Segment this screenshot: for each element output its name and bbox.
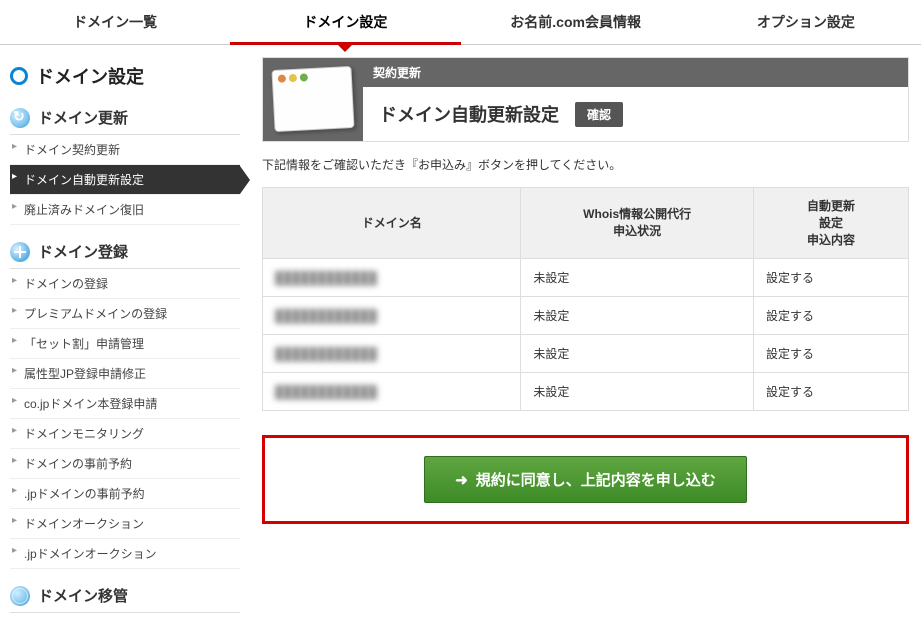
sidebar-item-restore[interactable]: 廃止済みドメイン復旧 (10, 195, 240, 225)
submit-highlight-box: ➜規約に同意し、上記内容を申し込む (262, 435, 909, 524)
domain-table: ドメイン名 Whois情報公開代行 申込状況 自動更新 設定 申込内容 ████… (262, 187, 909, 411)
sidebar-item-register[interactable]: ドメインの登録 (10, 269, 240, 299)
arrow-right-icon: ➜ (455, 472, 468, 489)
refresh-icon (10, 108, 30, 128)
sidebar-item-jp-auction[interactable]: .jpドメインオークション (10, 539, 240, 569)
sidebar-item-auto-renewal[interactable]: ドメイン自動更新設定 (10, 165, 240, 195)
sidebar-section-register[interactable]: ドメイン登録 (10, 235, 240, 269)
table-row: ████████████ 未設定 設定する (263, 373, 909, 411)
cell-domain: ████████████ (263, 259, 521, 297)
sidebar-item-cojp[interactable]: co.jpドメイン本登録申請 (10, 389, 240, 419)
cell-auto: 設定する (753, 335, 908, 373)
status-badge: 確認 (575, 102, 623, 127)
page-title-icon (10, 67, 28, 85)
sidebar-item-attrjp[interactable]: 属性型JP登録申請修正 (10, 359, 240, 389)
cell-auto: 設定する (753, 373, 908, 411)
sidebar-item-auction[interactable]: ドメインオークション (10, 509, 240, 539)
tab-domain-list[interactable]: ドメイン一覧 (0, 0, 230, 44)
sidebar-section-transfer[interactable]: ドメイン移管 (10, 579, 240, 613)
cell-whois: 未設定 (521, 259, 754, 297)
table-row: ████████████ 未設定 設定する (263, 297, 909, 335)
table-row: ████████████ 未設定 設定する (263, 335, 909, 373)
sidebar-section-renewal[interactable]: ドメイン更新 (10, 101, 240, 135)
cell-auto: 設定する (753, 297, 908, 335)
th-domain: ドメイン名 (263, 188, 521, 259)
main-content: 契約更新 ドメイン自動更新設定 確認 下記情報をご確認いただき『お申込み』ボタン… (240, 45, 921, 623)
sidebar-item-contract-renewal[interactable]: ドメイン契約更新 (10, 135, 240, 165)
plus-icon (10, 242, 30, 262)
header-icon (263, 58, 363, 141)
top-tabs: ドメイン一覧 ドメイン設定 お名前.com会員情報 オプション設定 (0, 0, 921, 45)
page-title: ドメイン設定 (10, 55, 240, 101)
sidebar: ドメイン設定 ドメイン更新 ドメイン契約更新 ドメイン自動更新設定 廃止済みドメ… (0, 45, 240, 623)
active-tab-indicator (337, 44, 353, 52)
th-auto: 自動更新 設定 申込内容 (753, 188, 908, 259)
header-title: ドメイン自動更新設定 (379, 101, 559, 127)
sidebar-item-preorder[interactable]: ドメインの事前予約 (10, 449, 240, 479)
tab-member-info[interactable]: お名前.com会員情報 (461, 0, 691, 44)
cell-auto: 設定する (753, 259, 908, 297)
tab-domain-settings[interactable]: ドメイン設定 (230, 0, 460, 44)
cell-domain: ████████████ (263, 335, 521, 373)
cell-whois: 未設定 (521, 373, 754, 411)
th-whois: Whois情報公開代行 申込状況 (521, 188, 754, 259)
instruction-text: 下記情報をご確認いただき『お申込み』ボタンを押してください。 (262, 156, 909, 173)
cell-domain: ████████████ (263, 297, 521, 335)
cell-whois: 未設定 (521, 297, 754, 335)
submit-button[interactable]: ➜規約に同意し、上記内容を申し込む (424, 456, 747, 503)
cell-whois: 未設定 (521, 335, 754, 373)
sidebar-item-jp-preorder[interactable]: .jpドメインの事前予約 (10, 479, 240, 509)
window-thumb-icon (271, 66, 354, 132)
sidebar-item-premium[interactable]: プレミアムドメインの登録 (10, 299, 240, 329)
sidebar-item-setwari[interactable]: 「セット割」申請管理 (10, 329, 240, 359)
table-row: ████████████ 未設定 設定する (263, 259, 909, 297)
globe-icon (10, 586, 30, 606)
cell-domain: ████████████ (263, 373, 521, 411)
sidebar-item-monitoring[interactable]: ドメインモニタリング (10, 419, 240, 449)
header-label: 契約更新 (363, 58, 908, 87)
header-card: 契約更新 ドメイン自動更新設定 確認 (262, 57, 909, 142)
tab-option-settings[interactable]: オプション設定 (691, 0, 921, 44)
